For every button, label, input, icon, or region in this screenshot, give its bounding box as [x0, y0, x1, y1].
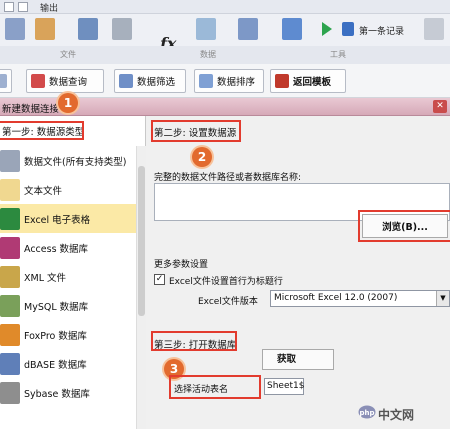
- ribbon-tool-icon[interactable]: [196, 18, 216, 40]
- step-marker-2: 2: [192, 147, 212, 167]
- back-template-label: 返回模板: [293, 77, 332, 88]
- list-item-label: MySQL 数据库: [24, 301, 89, 313]
- dialog-title: 新建数据连接: [2, 104, 60, 115]
- mysql-icon: [0, 294, 20, 317]
- version-value: Microsoft Excel 12.0 (2007): [274, 293, 398, 303]
- watermark-text: 中文网: [378, 408, 415, 422]
- path-label: 完整的数据文件路径或者数据库名称:: [154, 173, 302, 183]
- list-item[interactable]: dBASE 数据库: [0, 349, 136, 378]
- filter-icon: [119, 74, 133, 88]
- data-filter-label: 数据筛选: [137, 77, 176, 88]
- query-icon: [31, 74, 45, 88]
- list-item[interactable]: 文本文件: [0, 175, 136, 204]
- ribbon-tool-icon[interactable]: [282, 18, 302, 40]
- dbase-icon: [0, 352, 20, 375]
- data-query-label: 数据查询: [49, 77, 88, 88]
- excel-icon: [0, 207, 20, 230]
- list-scrollbar[interactable]: [136, 146, 146, 429]
- list-item[interactable]: XML 文件: [0, 262, 136, 291]
- ribbon-tool-icon[interactable]: [35, 18, 55, 40]
- foxpro-icon: [0, 323, 20, 346]
- scrollbar-thumb[interactable]: [138, 166, 145, 316]
- version-select[interactable]: Microsoft Excel 12.0 (2007) ▼: [270, 290, 450, 307]
- list-item-label: Sybase 数据库: [24, 388, 90, 400]
- first-record-icon[interactable]: [342, 22, 354, 36]
- list-item-label: Excel 电子表格: [24, 214, 91, 226]
- quick-undo-icon[interactable]: [18, 2, 28, 12]
- ribbon-tool-icon[interactable]: [78, 18, 98, 40]
- back-template-icon: [275, 74, 289, 88]
- sheet-label: 选择活动表名: [174, 385, 229, 395]
- browse-button[interactable]: 浏览(B)...: [362, 214, 448, 238]
- xml-file-icon: [0, 265, 20, 288]
- ribbon-tool-icon[interactable]: [424, 18, 444, 40]
- list-item-selected[interactable]: Excel 电子表格: [0, 204, 136, 233]
- step3-highlight: [151, 331, 237, 351]
- header-row-checkbox[interactable]: ✓: [154, 274, 165, 285]
- list-item[interactable]: Sybase 数据库: [0, 378, 136, 407]
- dialog-body: 第一步: 数据源类型 数据文件(所有支持类型) 文本文件 Excel 电子表格 …: [0, 116, 450, 429]
- run-play-icon[interactable]: [322, 22, 332, 36]
- group-label: 工具: [330, 50, 346, 59]
- sort-icon: [199, 74, 213, 88]
- list-item-label: FoxPro 数据库: [24, 330, 87, 342]
- list-item-label: Access 数据库: [24, 243, 89, 255]
- step1-highlight: [0, 121, 84, 140]
- source-type-list: 数据文件(所有支持类型) 文本文件 Excel 电子表格 Access 数据库 …: [0, 146, 136, 407]
- svg-text:php: php: [359, 409, 374, 417]
- close-icon[interactable]: ✕: [433, 100, 447, 113]
- ribbon-tool-icon[interactable]: [112, 18, 132, 40]
- group-label: 文件: [60, 50, 76, 59]
- ribbon-group-labels: 文件 数据 工具: [0, 46, 450, 64]
- step2-highlight: [151, 120, 241, 142]
- ribbon-tool-icon[interactable]: [5, 18, 25, 40]
- source-settings-pane: 第二步: 设置数据源 2 完整的数据文件路径或者数据库名称: 浏览(B)... …: [150, 116, 450, 429]
- list-item[interactable]: Access 数据库: [0, 233, 136, 262]
- list-item[interactable]: MySQL 数据库: [0, 291, 136, 320]
- first-record-label[interactable]: 第一条记录: [359, 24, 404, 37]
- access-icon: [0, 236, 20, 259]
- data-filter-button[interactable]: 数据筛选: [114, 69, 186, 93]
- data-sort-button[interactable]: 数据排序: [194, 69, 264, 93]
- quick-output-label[interactable]: 输出: [40, 1, 58, 14]
- ribbon-tool-icon[interactable]: [238, 18, 258, 40]
- more-params-label: 更多参数设置: [154, 260, 209, 270]
- sheet-select[interactable]: Sheet1$: [264, 378, 304, 395]
- quick-access-bar: 输出: [0, 0, 450, 14]
- list-item-label: 文本文件: [24, 185, 63, 197]
- chevron-down-icon[interactable]: ▼: [436, 291, 449, 306]
- data-query-button[interactable]: 数据查询: [26, 69, 104, 93]
- source-type-pane: 第一步: 数据源类型 数据文件(所有支持类型) 文本文件 Excel 电子表格 …: [0, 116, 146, 429]
- list-item[interactable]: 数据文件(所有支持类型): [0, 146, 136, 175]
- group-label: 数据: [200, 50, 216, 59]
- ribbon-icon-row: fx 第一条记录: [0, 15, 450, 53]
- back-template-button[interactable]: 返回模板: [270, 69, 346, 93]
- list-item-label: 数据文件(所有支持类型): [24, 156, 127, 168]
- header-row-label: Excel文件设置首行为标题行: [169, 277, 283, 287]
- fetch-tables-button[interactable]: 获取: [262, 349, 334, 370]
- version-label: Excel文件版本: [198, 297, 258, 307]
- quick-save-icon[interactable]: [4, 2, 14, 12]
- step-marker-1: 1: [58, 93, 78, 113]
- toolbar-partial-button[interactable]: [0, 69, 12, 93]
- list-item-label: dBASE 数据库: [24, 359, 87, 371]
- text-file-icon: [0, 178, 20, 201]
- data-file-icon: [0, 149, 20, 172]
- list-item[interactable]: FoxPro 数据库: [0, 320, 136, 349]
- php-logo-icon: php: [358, 405, 376, 419]
- partial-icon: [0, 74, 7, 88]
- list-item-label: XML 文件: [24, 272, 67, 284]
- ribbon: 输出 fx 第一条记录 文件 数据 工具: [0, 0, 450, 64]
- data-sort-label: 数据排序: [217, 77, 256, 88]
- sybase-icon: [0, 381, 20, 404]
